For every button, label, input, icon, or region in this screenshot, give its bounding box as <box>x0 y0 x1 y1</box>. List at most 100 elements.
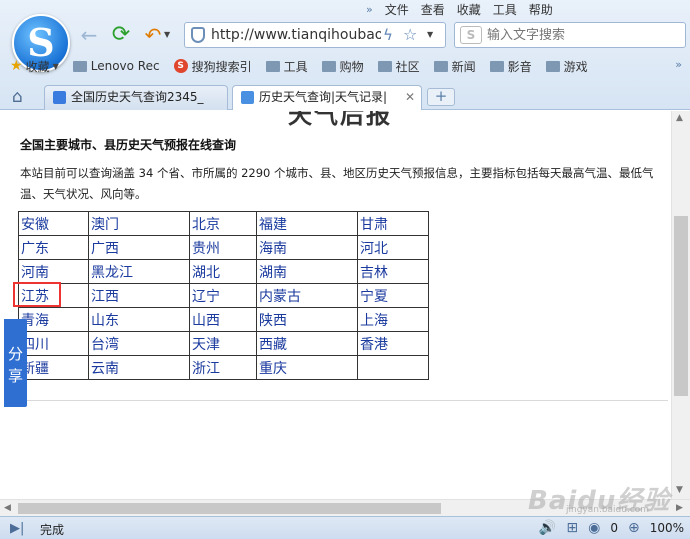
menu-bar: » 文件 查看 收藏 工具 帮助 <box>360 2 559 18</box>
province-link[interactable]: 云南 <box>88 355 190 380</box>
chevron-down-icon: ▼ <box>52 61 59 71</box>
province-link[interactable]: 香港 <box>357 331 429 356</box>
folder-icon <box>489 60 504 72</box>
bookmark-label: 收藏 <box>25 59 50 74</box>
folder-icon <box>545 60 560 72</box>
province-link[interactable]: 吉林 <box>357 259 429 284</box>
bookmark-favorites[interactable]: ★ 收藏 ▼ <box>6 56 63 76</box>
province-link[interactable]: 宁夏 <box>357 283 429 308</box>
tab-2345[interactable]: 全国历史天气查询2345_ <box>44 85 228 110</box>
province-link[interactable]: 湖北 <box>189 259 257 284</box>
province-link[interactable]: 北京 <box>189 211 257 236</box>
bookmarks-more-icon[interactable]: » <box>675 58 682 71</box>
search-input[interactable] <box>487 23 677 47</box>
bookmark-label: 游戏 <box>563 59 588 74</box>
province-link[interactable]: 贵州 <box>189 235 257 260</box>
scroll-right-icon[interactable]: ▶ <box>676 503 683 513</box>
province-link[interactable]: 河北 <box>357 235 429 260</box>
scroll-thumb[interactable] <box>674 216 688 396</box>
sogou-icon: S <box>173 59 188 73</box>
province-link[interactable]: 山西 <box>189 307 257 332</box>
folder-icon <box>321 60 336 72</box>
province-link[interactable]: 重庆 <box>256 355 358 380</box>
share-button[interactable]: 分享 <box>4 319 27 407</box>
province-link[interactable]: 甘肃 <box>357 211 429 236</box>
back-button[interactable]: ← <box>76 22 102 48</box>
province-link[interactable]: 黑龙江 <box>88 259 190 284</box>
adblock-icon[interactable]: ◉ <box>588 520 600 536</box>
province-link[interactable]: 天津 <box>189 331 257 356</box>
scroll-up-icon[interactable]: ▲ <box>676 113 683 123</box>
province-link[interactable]: 湖南 <box>256 259 358 284</box>
search-box[interactable]: S <box>454 22 686 48</box>
bookmark-shopping[interactable]: 购物 <box>318 56 368 76</box>
tab-title: 历史天气查询|天气记录| <box>259 90 388 104</box>
sidebar-toggle-icon[interactable]: ▶| <box>10 521 24 536</box>
close-icon[interactable]: ✕ <box>405 86 415 109</box>
section-title: 全国主要城市、县历史天气预报在线查询 <box>20 138 237 152</box>
province-link[interactable]: 青海 <box>18 307 89 332</box>
province-link[interactable]: 浙江 <box>189 355 257 380</box>
bookmark-label: 社区 <box>395 59 420 74</box>
address-bar[interactable]: http://www.tianqihoubao ϟ ☆ ▼ <box>184 22 446 48</box>
tab-strip: ⌂ 全国历史天气查询2345_ 历史天气查询|天气记录| ✕ + <box>0 82 690 110</box>
province-link[interactable]: 海南 <box>256 235 358 260</box>
province-link[interactable]: 陕西 <box>256 307 358 332</box>
province-link[interactable]: 广西 <box>88 235 190 260</box>
undo-close-button[interactable]: ↶ <box>140 22 166 48</box>
menu-file[interactable]: 文件 <box>379 2 415 18</box>
home-icon[interactable]: ⌂ <box>12 87 23 107</box>
vertical-scrollbar[interactable]: ▲ ▼ <box>671 111 690 499</box>
chevron-down-icon[interactable]: ▼ <box>164 30 170 39</box>
province-link[interactable]: 辽宁 <box>189 283 257 308</box>
extension-icon[interactable]: ⊞ <box>566 520 578 536</box>
province-link[interactable]: 四川 <box>18 331 89 356</box>
lightning-icon[interactable]: ϟ <box>383 26 393 44</box>
province-link[interactable]: 广东 <box>18 235 89 260</box>
province-link[interactable]: 西藏 <box>256 331 358 356</box>
scroll-left-icon[interactable]: ◀ <box>4 503 11 513</box>
bookmark-label: 新闻 <box>451 59 476 74</box>
folder-icon <box>433 60 448 72</box>
menu-help[interactable]: 帮助 <box>523 2 559 18</box>
star-icon[interactable]: ☆ <box>403 25 417 44</box>
province-link[interactable]: 山东 <box>88 307 190 332</box>
refresh-button[interactable]: ⟳ <box>108 22 134 48</box>
folder-icon <box>72 60 87 72</box>
bookmark-sogou[interactable]: S 搜狗搜索引 <box>170 56 256 76</box>
province-link[interactable]: 内蒙古 <box>256 283 358 308</box>
province-link[interactable]: 澳门 <box>88 211 190 236</box>
bookmark-news[interactable]: 新闻 <box>430 56 480 76</box>
security-shield-icon[interactable] <box>191 27 205 43</box>
menu-tools[interactable]: 工具 <box>487 2 523 18</box>
province-link[interactable]: 安徽 <box>18 211 89 236</box>
province-link[interactable]: 江西 <box>88 283 190 308</box>
bookmark-lenovo[interactable]: Lenovo Rec <box>69 56 164 76</box>
province-link[interactable]: 台湾 <box>88 331 190 356</box>
page-content: 天气后报 全国主要城市、县历史天气预报在线查询 本站目前可以查询涵盖 34 个省… <box>0 111 671 499</box>
province-link[interactable]: 福建 <box>256 211 358 236</box>
province-link[interactable]: 河南 <box>18 259 89 284</box>
tab-title: 全国历史天气查询2345_ <box>71 90 204 104</box>
menu-view[interactable]: 查看 <box>415 2 451 18</box>
star-icon: ★ <box>10 58 23 74</box>
status-tools: 🔊 ⊞ ◉ 0 ⊕ 100% <box>529 520 684 536</box>
scroll-thumb[interactable] <box>18 503 441 514</box>
province-link[interactable]: 上海 <box>357 307 429 332</box>
bookmark-community[interactable]: 社区 <box>374 56 424 76</box>
menu-more-icon[interactable]: » <box>360 2 379 18</box>
scroll-down-icon[interactable]: ▼ <box>676 485 683 495</box>
bookmark-tools[interactable]: 工具 <box>262 56 312 76</box>
zoom-level[interactable]: 100% <box>650 521 684 535</box>
chevron-down-icon[interactable]: ▼ <box>427 30 433 39</box>
search-engine-icon[interactable]: S <box>460 26 482 44</box>
bookmark-media[interactable]: 影音 <box>486 56 536 76</box>
volume-icon[interactable]: 🔊 <box>539 520 556 536</box>
province-link[interactable]: 新疆 <box>18 355 89 380</box>
tab-tianqihoubao[interactable]: 历史天气查询|天气记录| ✕ <box>232 85 422 110</box>
new-tab-button[interactable]: + <box>427 88 455 106</box>
menu-favorites[interactable]: 收藏 <box>451 2 487 18</box>
address-url[interactable]: http://www.tianqihoubao <box>211 27 381 43</box>
zoom-icon[interactable]: ⊕ <box>628 520 640 536</box>
bookmark-games[interactable]: 游戏 <box>542 56 592 76</box>
